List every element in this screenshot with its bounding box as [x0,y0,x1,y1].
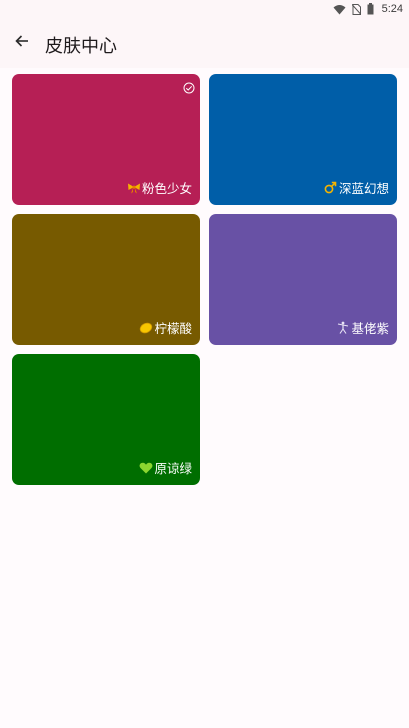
skin-card-lemon[interactable]: 柠檬酸 [12,214,200,345]
dancer-icon [336,321,350,335]
skin-card-blue[interactable]: 深蓝幻想 [209,74,397,205]
battery-icon [367,3,374,15]
check-circle-icon [183,79,195,94]
skin-card-pink[interactable]: 粉色少女 [12,74,200,205]
skin-card-purple[interactable]: 基佬紫 [209,214,397,345]
skin-name: 粉色少女 [141,181,192,196]
wifi-icon [333,4,346,15]
page-title: 皮肤中心 [45,36,117,57]
skin-name: 柠檬酸 [154,321,192,336]
status-icons: 5:24 [333,0,403,18]
skin-card-green[interactable]: 原谅绿 [12,354,200,485]
bow-icon [127,181,141,195]
skin-name: 原谅绿 [154,461,192,476]
status-time: 5:24 [381,3,403,15]
skin-card-label: 粉色少女 [127,178,192,197]
skin-card-label: 基佬紫 [336,318,389,337]
skin-name: 深蓝幻想 [338,181,389,196]
arrow-left-icon [14,33,30,53]
male-sign-icon [324,181,338,195]
lemon-icon [139,321,153,335]
skin-card-label: 原谅绿 [139,458,192,477]
skin-name: 基佬紫 [351,321,389,336]
back-button[interactable] [8,29,36,57]
status-bar: 5:24 [0,0,409,18]
app-bar: 皮肤中心 [0,18,409,68]
skin-card-label: 深蓝幻想 [324,178,389,197]
skin-card-label: 柠檬酸 [139,318,192,337]
green-heart-icon [139,461,153,475]
no-sim-icon [351,3,361,15]
